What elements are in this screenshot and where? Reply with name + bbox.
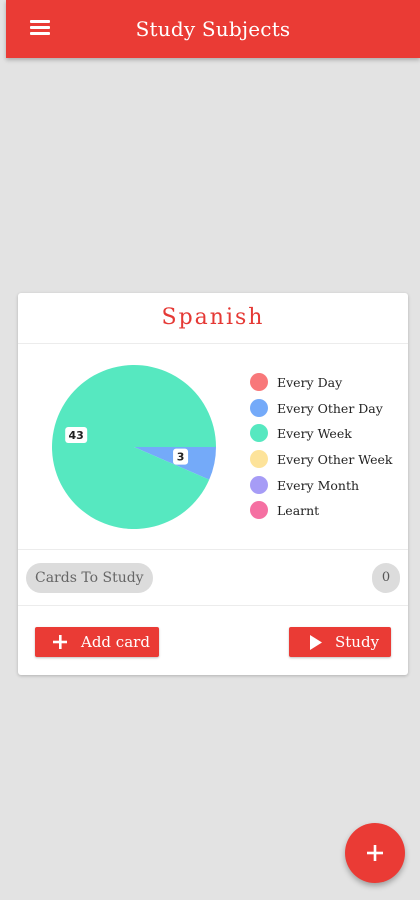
subject-card[interactable]: Spanish 43 3 Every Day Every Other Day Ever…: [18, 293, 408, 675]
legend-label: Learnt: [277, 503, 320, 519]
svg-text:3: 3: [177, 451, 185, 464]
legend-color-swatch: [250, 475, 268, 494]
pie-data-label: 3: [173, 448, 189, 465]
cards-to-study-count: 0: [372, 563, 400, 593]
divider: [18, 605, 408, 606]
cards-pie-chart: 43 3: [51, 365, 217, 529]
legend-label: Every Month: [277, 477, 360, 493]
add-card-label: Add card: [81, 633, 150, 651]
legend-color-swatch: [250, 373, 268, 391]
pie-slice-every-week: [51, 365, 217, 529]
legend-label: Every Day: [277, 375, 343, 390]
divider: [18, 549, 408, 550]
legend-color-swatch: [250, 450, 268, 469]
cards-to-study-chip: Cards To Study: [26, 563, 153, 593]
study-button[interactable]: Study: [289, 627, 391, 657]
play-icon: [310, 635, 322, 650]
svg-text:43: 43: [69, 429, 84, 442]
pie-data-label: 43: [65, 426, 88, 443]
legend-label: Every Week: [277, 426, 352, 442]
legend-color-swatch: [250, 501, 268, 520]
study-label: Study: [335, 633, 380, 651]
legend-color-swatch: [250, 424, 268, 443]
legend-color-swatch: [250, 398, 268, 417]
page-title: Study Subjects: [135, 17, 291, 41]
add-subject-fab[interactable]: [345, 823, 405, 883]
plus-icon: [367, 845, 383, 861]
legend-label: Every Other Week: [277, 452, 393, 468]
add-card-button[interactable]: Add card: [35, 627, 159, 657]
legend-label: Every Other Day: [277, 400, 383, 416]
app-bar: Study Subjects: [6, 0, 420, 58]
subject-title: Spanish: [161, 305, 265, 330]
plus-icon: [53, 635, 67, 649]
divider: [18, 343, 408, 344]
